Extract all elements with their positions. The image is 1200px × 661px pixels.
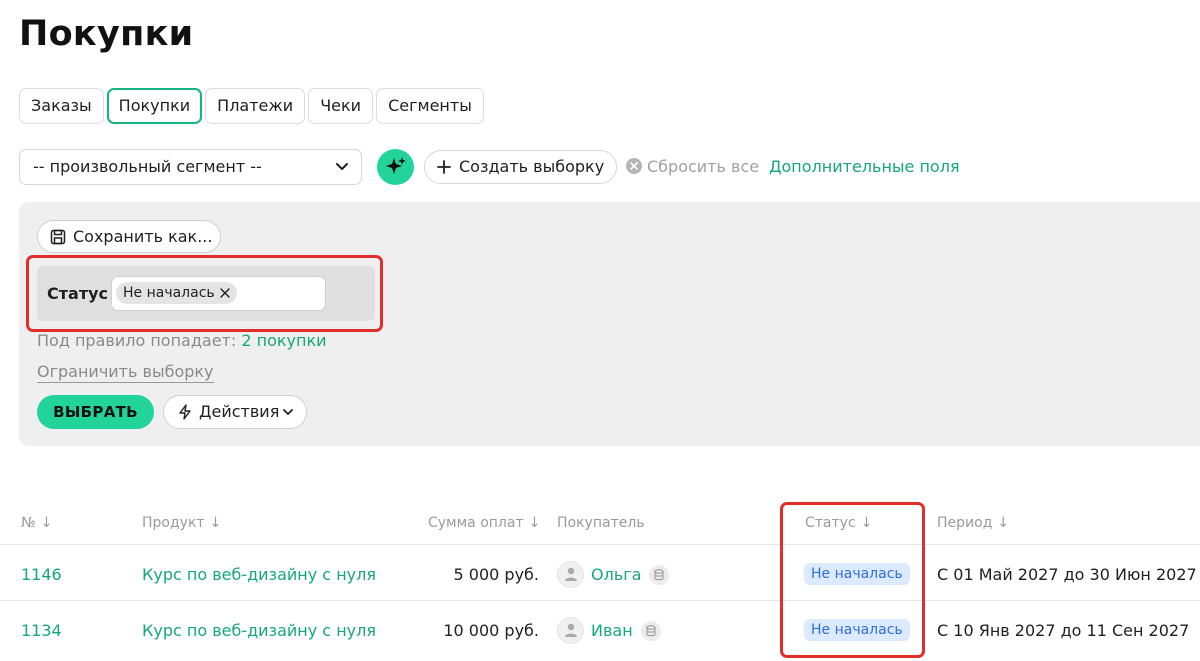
tabs: Заказы Покупки Платежи Чеки Сегменты [19,88,484,124]
chevron-down-icon [336,163,348,170]
buyer-name-link[interactable]: Ольга [591,565,641,585]
choose-button[interactable]: ВЫБРАТЬ [37,395,154,429]
tab-receipts[interactable]: Чеки [308,88,374,124]
save-icon [50,229,66,245]
database-icon[interactable] [649,564,670,585]
user-icon [557,561,584,588]
row-number-link[interactable]: 1134 [21,621,62,641]
tab-segments[interactable]: Сегменты [376,88,484,124]
tab-purchases[interactable]: Покупки [106,88,203,124]
bolt-icon [179,404,191,420]
database-icon[interactable] [640,620,661,641]
column-header-period[interactable]: Период ↓ [937,514,1009,532]
user-icon [557,617,584,644]
reset-all-label: Сбросить все [647,157,760,176]
ai-sparkle-button[interactable] [377,149,414,185]
row-number-link[interactable]: 1146 [21,565,62,585]
row-product-link[interactable]: Курс по веб-дизайну с нуля [142,621,376,641]
chevron-down-icon [283,409,293,415]
column-header-sum[interactable]: Сумма оплат ↓ [428,514,540,532]
column-header-number[interactable]: № ↓ [21,514,52,532]
rule-summary-prefix: Под правило попадает: [37,331,237,350]
sort-arrow-icon: ↓ [40,515,53,531]
row-sum: 10 000 руб. [443,621,539,640]
create-selection-button[interactable]: Создать выборку [424,150,617,184]
actions-label: Действия [199,402,280,421]
status-filter-highlight [26,255,383,332]
sort-arrow-icon: ↓ [528,515,541,531]
row-sum: 5 000 руб. [453,565,539,584]
column-header-buyer: Покупатель [557,515,645,531]
segment-select-value: -- произвольный сегмент -- [33,157,262,176]
row-period: С 10 Янв 2027 до 11 Сен 2027 [937,621,1190,640]
limit-selection-link[interactable]: Ограничить выборку [37,362,214,383]
tab-payments[interactable]: Платежи [205,88,306,124]
status-column-highlight [780,502,925,658]
reset-all-button[interactable]: Сбросить все [626,157,759,177]
row-product-link[interactable]: Курс по веб-дизайну с нуля [142,565,376,585]
rule-summary: Под правило попадает: 2 покупки [37,331,327,351]
extra-fields-link[interactable]: Дополнительные поля [769,157,960,177]
sparkle-icon [385,157,406,174]
sort-arrow-icon: ↓ [209,515,222,531]
table-divider [0,600,1200,601]
sort-arrow-icon: ↓ [997,515,1010,531]
page-title: Покупки [19,14,194,54]
buyer-name-link[interactable]: Иван [591,621,633,641]
column-header-product[interactable]: Продукт ↓ [142,514,221,532]
segment-select[interactable]: -- произвольный сегмент -- [19,149,362,185]
create-selection-label: Создать выборку [459,157,605,176]
plus-icon [437,160,451,174]
actions-button[interactable]: Действия [163,395,307,429]
row-buyer: Иван [557,617,661,644]
tab-orders[interactable]: Заказы [19,88,104,124]
save-as-label: Сохранить как... [73,227,213,246]
close-circle-icon [626,158,642,174]
save-as-button[interactable]: Сохранить как... [37,220,221,253]
table-divider [0,544,1200,545]
row-buyer: Ольга [557,561,670,588]
row-period: С 01 Май 2027 до 30 Июн 2027 [937,565,1197,584]
rule-count-link[interactable]: 2 покупки [241,331,326,350]
